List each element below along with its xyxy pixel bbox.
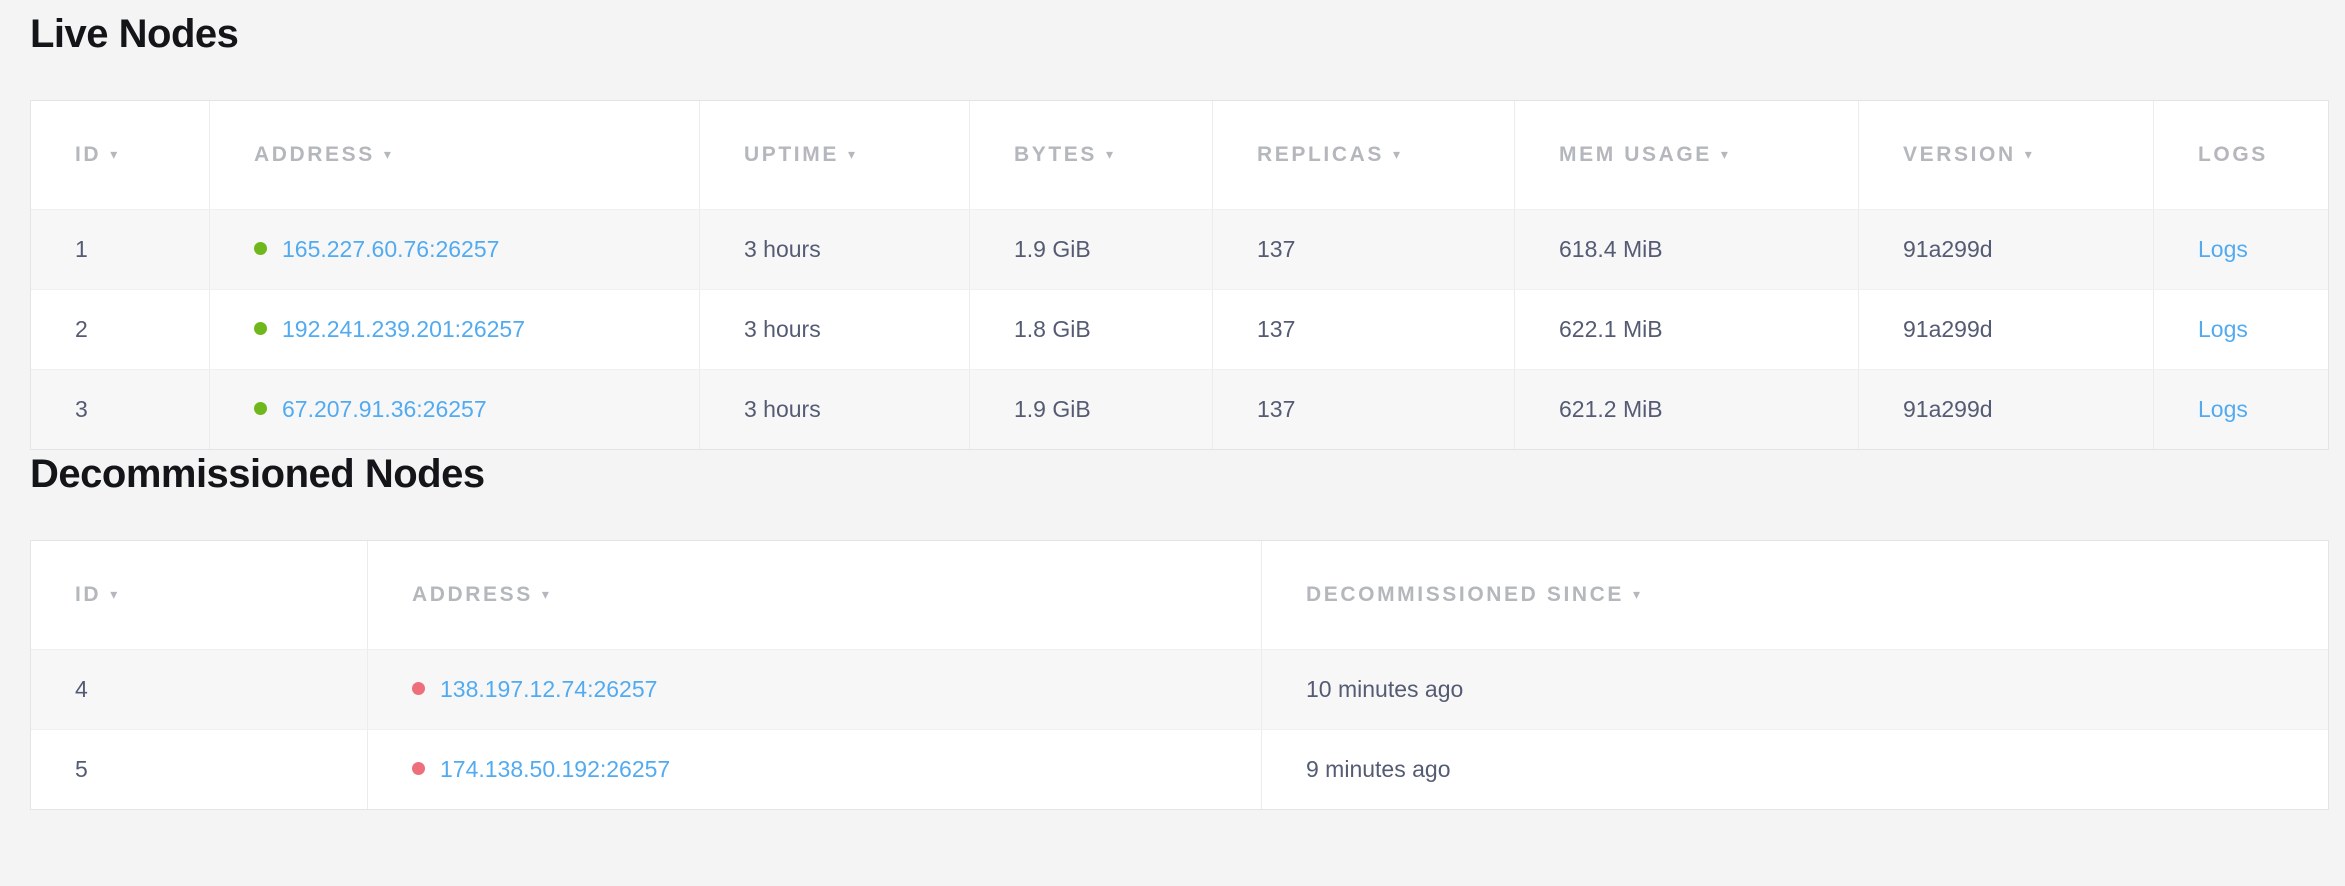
column-header-label: VERSION bbox=[1903, 143, 2016, 166]
node-bytes-cell: 1.9 GiB bbox=[969, 369, 1212, 449]
sort-arrow-icon: ▾ bbox=[110, 586, 117, 602]
sort-arrow-icon: ▾ bbox=[1393, 146, 1400, 162]
node-id-cell: 3 bbox=[31, 369, 209, 449]
node-replicas-cell: 137 bbox=[1212, 369, 1514, 449]
node-logs-link[interactable]: Logs bbox=[2198, 316, 2248, 342]
node-id-cell: 1 bbox=[31, 209, 209, 289]
node-id-cell: 5 bbox=[31, 729, 367, 809]
table-row: 5 174.138.50.192:26257 9 minutes ago bbox=[31, 729, 2328, 809]
column-header-label: ID bbox=[75, 143, 101, 166]
node-logs-link[interactable]: Logs bbox=[2198, 236, 2248, 262]
node-mem-usage-cell: 622.1 MiB bbox=[1514, 289, 1858, 369]
sort-arrow-icon: ▾ bbox=[384, 146, 391, 162]
node-logs-cell: Logs bbox=[2153, 209, 2328, 289]
node-id-cell: 4 bbox=[31, 649, 367, 729]
node-logs-cell: Logs bbox=[2153, 369, 2328, 449]
node-address-cell: 138.197.12.74:26257 bbox=[367, 649, 1261, 729]
live-nodes-title: Live Nodes bbox=[30, 10, 2327, 58]
table-row: 1 165.227.60.76:26257 3 hours 1.9 GiB 13… bbox=[31, 209, 2328, 289]
node-address-link[interactable]: 192.241.239.201:26257 bbox=[282, 316, 525, 342]
column-header-label: LOGS bbox=[2198, 143, 2268, 166]
column-header-bytes[interactable]: BYTES ▾ bbox=[969, 101, 1212, 209]
column-header-label: REPLICAS bbox=[1257, 143, 1384, 166]
column-header-decommissioned-since[interactable]: DECOMMISSIONED SINCE ▾ bbox=[1261, 541, 2328, 649]
node-address-link[interactable]: 138.197.12.74:26257 bbox=[440, 676, 657, 702]
node-address-cell: 192.241.239.201:26257 bbox=[209, 289, 699, 369]
column-header-label: ADDRESS bbox=[412, 583, 533, 606]
live-nodes-table: ID ▾ ADDRESS ▾ UPTIME ▾ BYTES ▾ REPLICAS ▾ bbox=[30, 100, 2329, 450]
node-mem-usage-cell: 621.2 MiB bbox=[1514, 369, 1858, 449]
sort-arrow-icon: ▾ bbox=[848, 146, 855, 162]
live-status-icon bbox=[254, 322, 267, 335]
live-nodes-header-row: ID ▾ ADDRESS ▾ UPTIME ▾ BYTES ▾ REPLICAS ▾ bbox=[31, 101, 2328, 209]
sort-arrow-icon: ▾ bbox=[542, 586, 549, 602]
node-address-link[interactable]: 165.227.60.76:26257 bbox=[282, 236, 499, 262]
node-replicas-cell: 137 bbox=[1212, 209, 1514, 289]
column-header-label: UPTIME bbox=[744, 143, 839, 166]
column-header-label: ADDRESS bbox=[254, 143, 375, 166]
node-bytes-cell: 1.9 GiB bbox=[969, 209, 1212, 289]
node-address-cell: 174.138.50.192:26257 bbox=[367, 729, 1261, 809]
sort-arrow-icon: ▾ bbox=[110, 146, 117, 162]
node-address-link[interactable]: 67.207.91.36:26257 bbox=[282, 396, 487, 422]
decommissioned-nodes-title: Decommissioned Nodes bbox=[30, 450, 2327, 498]
node-address-cell: 165.227.60.76:26257 bbox=[209, 209, 699, 289]
table-row: 2 192.241.239.201:26257 3 hours 1.8 GiB … bbox=[31, 289, 2328, 369]
sort-arrow-icon: ▾ bbox=[2025, 146, 2032, 162]
column-header-address[interactable]: ADDRESS ▾ bbox=[209, 101, 699, 209]
node-replicas-cell: 137 bbox=[1212, 289, 1514, 369]
node-uptime-cell: 3 hours bbox=[699, 369, 969, 449]
decommissioned-nodes-section: Decommissioned Nodes ID ▾ ADDRESS ▾ DECOMM… bbox=[30, 450, 2327, 810]
column-header-logs: LOGS bbox=[2153, 101, 2328, 209]
column-header-label: BYTES bbox=[1014, 143, 1097, 166]
column-header-id[interactable]: ID ▾ bbox=[31, 101, 209, 209]
live-status-icon bbox=[254, 242, 267, 255]
node-decommissioned-since-cell: 9 minutes ago bbox=[1261, 729, 2328, 809]
column-header-uptime[interactable]: UPTIME ▾ bbox=[699, 101, 969, 209]
column-header-label: ID bbox=[75, 583, 101, 606]
node-uptime-cell: 3 hours bbox=[699, 209, 969, 289]
live-nodes-section: Live Nodes ID ▾ ADDRESS ▾ UPTIME ▾ bbox=[30, 10, 2327, 450]
table-row: 3 67.207.91.36:26257 3 hours 1.9 GiB 137… bbox=[31, 369, 2328, 449]
decommissioned-nodes-table: ID ▾ ADDRESS ▾ DECOMMISSIONED SINCE ▾ 4 138… bbox=[30, 540, 2329, 810]
node-list-page: Live Nodes ID ▾ ADDRESS ▾ UPTIME ▾ bbox=[0, 0, 2345, 810]
decommissioned-nodes-header-row: ID ▾ ADDRESS ▾ DECOMMISSIONED SINCE ▾ bbox=[31, 541, 2328, 649]
sort-arrow-icon: ▾ bbox=[1633, 586, 1640, 602]
node-logs-link[interactable]: Logs bbox=[2198, 396, 2248, 422]
sort-arrow-icon: ▾ bbox=[1106, 146, 1113, 162]
sort-arrow-icon: ▾ bbox=[1721, 146, 1728, 162]
decommissioned-status-icon bbox=[412, 762, 425, 775]
node-address-link[interactable]: 174.138.50.192:26257 bbox=[440, 756, 670, 782]
node-bytes-cell: 1.8 GiB bbox=[969, 289, 1212, 369]
node-mem-usage-cell: 618.4 MiB bbox=[1514, 209, 1858, 289]
node-version-cell: 91a299d bbox=[1858, 289, 2153, 369]
column-header-label: DECOMMISSIONED SINCE bbox=[1306, 583, 1624, 606]
node-address-cell: 67.207.91.36:26257 bbox=[209, 369, 699, 449]
column-header-id[interactable]: ID ▾ bbox=[31, 541, 367, 649]
node-uptime-cell: 3 hours bbox=[699, 289, 969, 369]
live-status-icon bbox=[254, 402, 267, 415]
column-header-replicas[interactable]: REPLICAS ▾ bbox=[1212, 101, 1514, 209]
node-decommissioned-since-cell: 10 minutes ago bbox=[1261, 649, 2328, 729]
column-header-address[interactable]: ADDRESS ▾ bbox=[367, 541, 1261, 649]
node-version-cell: 91a299d bbox=[1858, 369, 2153, 449]
table-row: 4 138.197.12.74:26257 10 minutes ago bbox=[31, 649, 2328, 729]
column-header-version[interactable]: VERSION ▾ bbox=[1858, 101, 2153, 209]
column-header-mem-usage[interactable]: MEM USAGE ▾ bbox=[1514, 101, 1858, 209]
node-logs-cell: Logs bbox=[2153, 289, 2328, 369]
column-header-label: MEM USAGE bbox=[1559, 143, 1712, 166]
decommissioned-status-icon bbox=[412, 682, 425, 695]
node-version-cell: 91a299d bbox=[1858, 209, 2153, 289]
node-id-cell: 2 bbox=[31, 289, 209, 369]
